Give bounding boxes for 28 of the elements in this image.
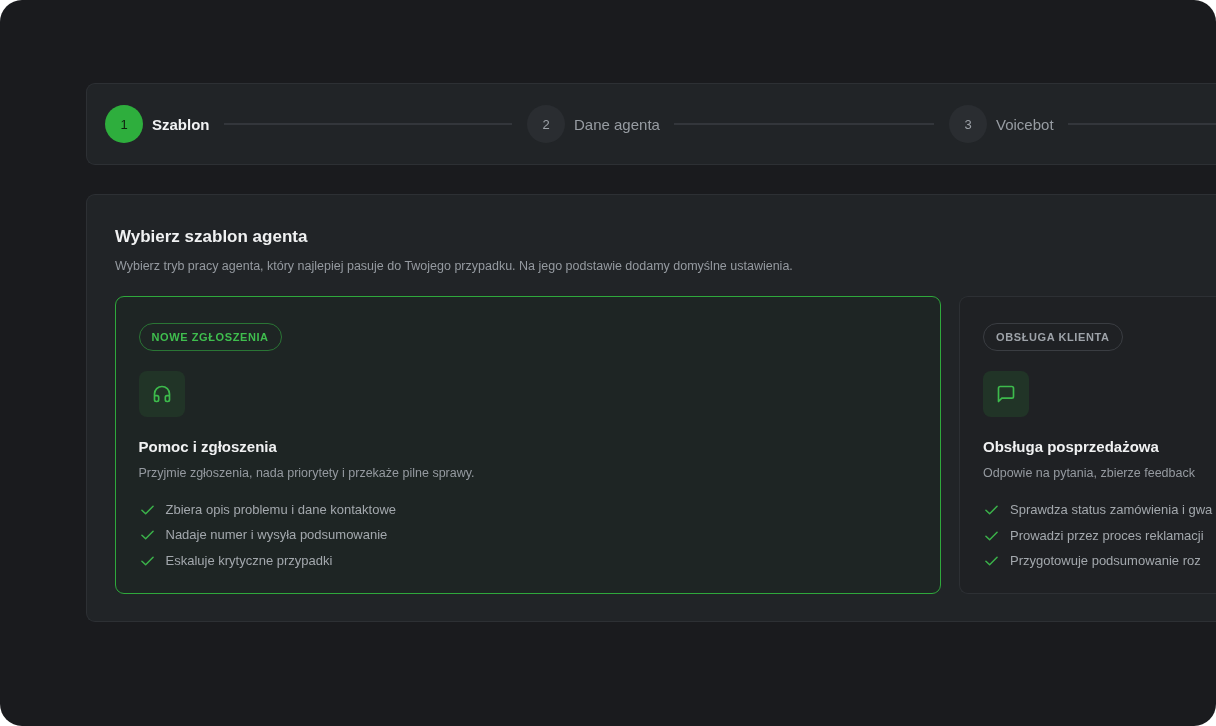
headphones-icon xyxy=(138,370,185,417)
card-description: Odpowie na pytania, zbierze feedback xyxy=(983,465,1195,482)
feature-text: Prowadzi przez proces reklamacji xyxy=(1010,526,1204,545)
check-icon xyxy=(140,504,154,515)
feature-text: Nadaje numer i wysyła podsumowanie xyxy=(165,526,388,544)
check-icon xyxy=(985,556,998,566)
card-title: Obsługa posprzedażowa xyxy=(983,437,1159,457)
template-card[interactable]: OBSŁUGA KLIENTA Obsługa posprzedażowa Odpowie na pytania, zbierze feedback Sprawdza status zamówienia i gwa Prowadzi przez proces reklamacji Przygotowuje podsumowanie roz xyxy=(959,296,1216,594)
speech-bubble-icon xyxy=(983,371,1029,417)
step-label: Dane agenta xyxy=(574,115,660,133)
template-card[interactable]: NOWE ZGŁOSZENIA Pomoc i zgłoszenia Przyjmie zgłoszenia, nada priorytety i przekaże pilne sprawy. Zbiera opis problemu i dane kontaktowe Nadaje numer i wysyła podsumowanie Eskaluje krytyczne przypadki xyxy=(115,296,941,594)
check-icon xyxy=(140,555,154,566)
check-icon xyxy=(140,530,154,540)
feature-text: Sprawdza status zamówienia i gwa xyxy=(1010,501,1213,519)
check-icon xyxy=(985,505,998,515)
step-label: Voicebot xyxy=(996,115,1054,133)
card-title: Pomoc i zgłoszenia xyxy=(138,436,277,457)
step-number: 3 xyxy=(949,105,987,143)
card-description: Przyjmie zgłoszenia, nada priorytety i przekaże pilne sprawy. xyxy=(138,464,475,482)
section-subtitle: Wybierz tryb pracy agenta, który najlepiej pasuje do Twojego przypadku. Na jego podstawie dodamy domyślne ustawienia. xyxy=(115,258,794,275)
step-number: 1 xyxy=(105,105,143,143)
feature-text: Eskaluje krytyczne przypadki xyxy=(165,551,333,570)
step-label: Szablon xyxy=(152,115,210,133)
feature-text: Przygotowuje podsumowanie roz xyxy=(1010,552,1201,570)
section-title: Wybierz szablon agenta xyxy=(115,226,309,248)
step-number: 2 xyxy=(527,105,565,143)
feature-text: Zbiera opis problemu i dane kontaktowe xyxy=(165,500,397,519)
check-icon xyxy=(985,530,998,541)
